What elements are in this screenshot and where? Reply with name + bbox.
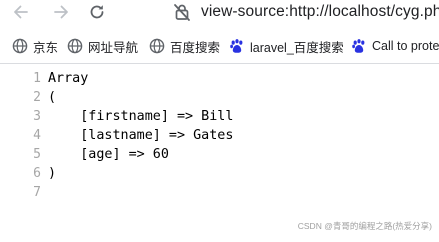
baidu-paw-icon — [230, 39, 243, 53]
back-button[interactable] — [8, 0, 34, 24]
bookmark-label: 百度搜索 — [170, 40, 221, 55]
line-number: 1 — [33, 71, 41, 86]
reload-icon — [90, 5, 104, 19]
line-number: 7 — [33, 185, 41, 200]
bookmark-nav-sites[interactable]: 网址导航 — [67, 37, 138, 55]
arrow-left-icon — [14, 5, 28, 19]
line-text: [lastname] => Gates — [48, 128, 234, 143]
bookmark-baidu-search[interactable]: 百度搜索 — [149, 37, 220, 55]
bookmark-label: 京东 — [33, 40, 59, 55]
bookmarks-bar: 京东 网址导航 百度搜索 laravel_百度搜索 Call to prote — [0, 27, 439, 64]
line-text: [firstname] => Bill — [48, 109, 234, 124]
source-line: 5 [age] => 60 — [0, 145, 169, 164]
line-text: Array — [48, 71, 89, 86]
source-line: 1 Array — [0, 69, 88, 88]
line-text: ( — [48, 90, 57, 105]
bookmark-laravel-baidu[interactable]: laravel_百度搜索 — [229, 37, 344, 55]
line-number: 3 — [33, 109, 41, 124]
reload-button[interactable] — [84, 0, 110, 24]
line-number: 2 — [33, 90, 41, 105]
bookmark-label: laravel_百度搜索 — [250, 40, 344, 55]
url-text[interactable]: view-source:http://localhost/cyg.php — [201, 3, 439, 21]
arrow-right-icon — [54, 5, 68, 19]
line-text: ) — [48, 166, 57, 181]
baidu-paw-icon — [352, 39, 365, 53]
address-bar[interactable]: view-source:http://localhost/cyg.php — [166, 0, 439, 24]
browser-toolbar: view-source:http://localhost/cyg.php — [0, 0, 439, 27]
source-view: 1 Array 2 ( 3 [firstname] => Bill 4 [las… — [0, 64, 439, 242]
globe-icon — [67, 38, 83, 54]
source-line: 4 [lastname] => Gates — [0, 126, 233, 145]
line-text: [age] => 60 — [48, 147, 169, 162]
line-number: 4 — [33, 128, 41, 143]
not-secure-icon[interactable] — [172, 2, 192, 22]
source-line: 6 ) — [0, 164, 56, 183]
globe-icon — [12, 38, 28, 54]
forward-button[interactable] — [48, 0, 74, 24]
source-line: 3 [firstname] => Bill — [0, 107, 233, 126]
bookmark-jd[interactable]: 京东 — [12, 37, 58, 55]
watermark: CSDN @青哥的编程之路(热爱分享) — [297, 221, 432, 231]
bookmark-label: Call to prote — [372, 39, 439, 53]
bookmark-label: 网址导航 — [88, 40, 139, 55]
source-line: 7 — [0, 183, 48, 202]
globe-icon — [149, 38, 165, 54]
bookmark-call-to-prote[interactable]: Call to prote — [351, 37, 439, 55]
line-number: 5 — [33, 147, 41, 162]
source-line: 2 ( — [0, 88, 56, 107]
line-number: 6 — [33, 166, 41, 181]
